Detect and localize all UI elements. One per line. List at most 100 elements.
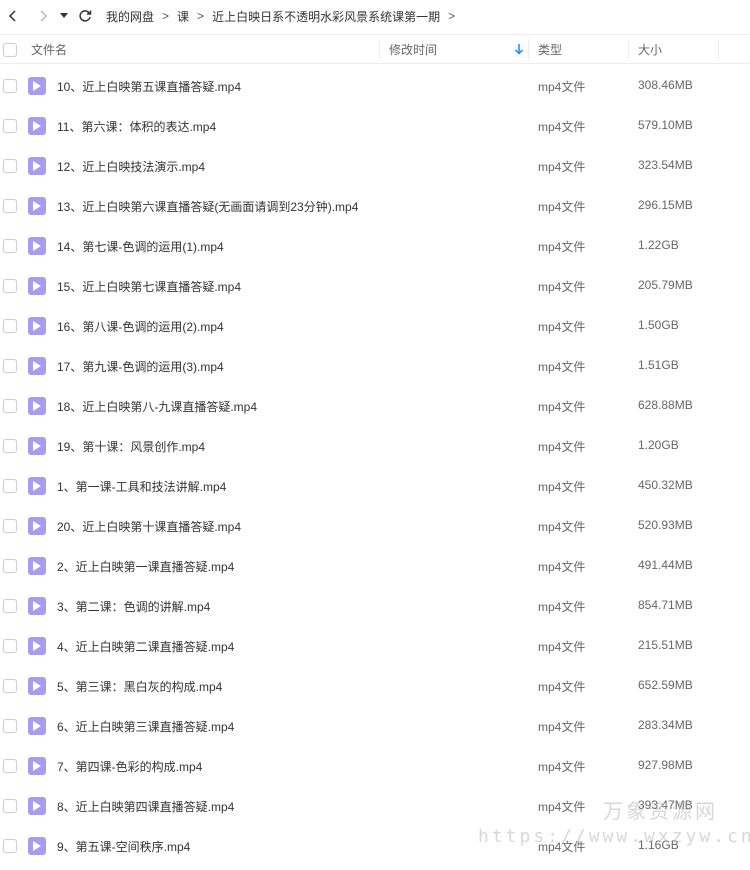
breadcrumb-item[interactable]: 近上白映日系不透明水彩风景系统课第一期 bbox=[212, 8, 440, 25]
file-size: 854.71MB bbox=[638, 598, 693, 612]
row-checkbox[interactable] bbox=[3, 319, 17, 333]
row-checkbox[interactable] bbox=[3, 519, 17, 533]
file-row[interactable]: 11、第六课：体积的表达.mp4 mp4文件 579.10MB bbox=[0, 106, 750, 146]
file-row[interactable]: 15、近上白映第七课直播答疑.mp4 mp4文件 205.79MB bbox=[0, 266, 750, 306]
breadcrumb-item[interactable]: 我的网盘 bbox=[106, 8, 154, 25]
refresh-button[interactable] bbox=[74, 2, 96, 30]
select-all-checkbox[interactable] bbox=[3, 43, 17, 57]
file-name[interactable]: 2、近上白映第一课直播答疑.mp4 bbox=[57, 558, 234, 575]
file-name[interactable]: 6、近上白映第三课直播答疑.mp4 bbox=[57, 718, 234, 735]
file-row[interactable]: 20、近上白映第十课直播答疑.mp4 mp4文件 520.93MB bbox=[0, 506, 750, 546]
file-size: 1.50GB bbox=[638, 318, 679, 332]
file-name[interactable]: 12、近上白映技法演示.mp4 bbox=[57, 158, 205, 175]
file-row[interactable]: 8、近上白映第四课直播答疑.mp4 mp4文件 393.47MB bbox=[0, 786, 750, 826]
file-row[interactable]: 6、近上白映第三课直播答疑.mp4 mp4文件 283.34MB bbox=[0, 706, 750, 746]
file-type: mp4文件 bbox=[538, 840, 586, 854]
breadcrumb-item[interactable]: 课 bbox=[177, 8, 189, 25]
file-row[interactable]: 2、近上白映第一课直播答疑.mp4 mp4文件 491.44MB bbox=[0, 546, 750, 586]
row-checkbox[interactable] bbox=[3, 199, 17, 213]
column-divider[interactable] bbox=[628, 39, 629, 61]
file-row[interactable]: 17、第九课-色调的运用(3).mp4 mp4文件 1.51GB bbox=[0, 346, 750, 386]
file-name[interactable]: 1、第一课-工具和技法讲解.mp4 bbox=[57, 478, 226, 495]
file-name[interactable]: 14、第七课-色调的运用(1).mp4 bbox=[57, 238, 224, 255]
video-file-icon bbox=[28, 437, 46, 455]
file-name[interactable]: 11、第六课：体积的表达.mp4 bbox=[57, 118, 216, 135]
column-header-type[interactable]: 类型 bbox=[538, 41, 562, 58]
file-name[interactable]: 7、第四课-色彩的构成.mp4 bbox=[57, 758, 202, 775]
file-name[interactable]: 4、近上白映第二课直播答疑.mp4 bbox=[57, 638, 234, 655]
file-row[interactable]: 3、第二课：色调的讲解.mp4 mp4文件 854.71MB bbox=[0, 586, 750, 626]
column-divider[interactable] bbox=[379, 39, 380, 61]
row-checkbox[interactable] bbox=[3, 239, 17, 253]
file-size: 308.46MB bbox=[638, 78, 693, 92]
play-icon bbox=[33, 841, 41, 851]
row-checkbox[interactable] bbox=[3, 439, 17, 453]
column-header-name[interactable]: 文件名 bbox=[31, 41, 67, 58]
row-checkbox[interactable] bbox=[3, 359, 17, 373]
play-icon bbox=[33, 81, 41, 91]
video-file-icon bbox=[28, 77, 46, 95]
sort-down-arrow-icon[interactable] bbox=[514, 43, 524, 55]
column-header-modified-time[interactable]: 修改时间 bbox=[389, 41, 437, 58]
video-file-icon bbox=[28, 157, 46, 175]
row-checkbox[interactable] bbox=[3, 839, 17, 853]
video-file-icon bbox=[28, 757, 46, 775]
file-name[interactable]: 20、近上白映第十课直播答疑.mp4 bbox=[57, 518, 241, 535]
forward-button[interactable] bbox=[32, 2, 54, 30]
row-checkbox[interactable] bbox=[3, 599, 17, 613]
file-name[interactable]: 10、近上白映第五课直播答疑.mp4 bbox=[57, 78, 241, 95]
file-row[interactable]: 18、近上白映第八-九课直播答疑.mp4 mp4文件 628.88MB bbox=[0, 386, 750, 426]
file-type: mp4文件 bbox=[538, 280, 586, 294]
file-row[interactable]: 19、第十课：风景创作.mp4 mp4文件 1.20GB bbox=[0, 426, 750, 466]
play-icon bbox=[33, 201, 41, 211]
file-name[interactable]: 5、第三课：黑白灰的构成.mp4 bbox=[57, 678, 222, 695]
column-divider[interactable] bbox=[718, 39, 719, 61]
file-size: 323.54MB bbox=[638, 158, 693, 172]
file-row[interactable]: 5、第三课：黑白灰的构成.mp4 mp4文件 652.59MB bbox=[0, 666, 750, 706]
row-checkbox[interactable] bbox=[3, 279, 17, 293]
video-file-icon bbox=[28, 357, 46, 375]
file-type: mp4文件 bbox=[538, 720, 586, 734]
row-checkbox[interactable] bbox=[3, 399, 17, 413]
file-name[interactable]: 3、第二课：色调的讲解.mp4 bbox=[57, 598, 210, 615]
file-name[interactable]: 13、近上白映第六课直播答疑(无画面请调到23分钟).mp4 bbox=[57, 198, 358, 215]
file-row[interactable]: 12、近上白映技法演示.mp4 mp4文件 323.54MB bbox=[0, 146, 750, 186]
file-list: 10、近上白映第五课直播答疑.mp4 mp4文件 308.46MB 11、第六课：体积… bbox=[0, 66, 750, 866]
file-row[interactable]: 14、第七课-色调的运用(1).mp4 mp4文件 1.22GB bbox=[0, 226, 750, 266]
file-name[interactable]: 9、第五课-空间秩序.mp4 bbox=[57, 838, 190, 855]
file-name[interactable]: 17、第九课-色调的运用(3).mp4 bbox=[57, 358, 224, 375]
file-name[interactable]: 19、第十课：风景创作.mp4 bbox=[57, 438, 205, 455]
file-row[interactable]: 13、近上白映第六课直播答疑(无画面请调到23分钟).mp4 mp4文件 296.1… bbox=[0, 186, 750, 226]
row-checkbox[interactable] bbox=[3, 479, 17, 493]
row-checkbox[interactable] bbox=[3, 719, 17, 733]
file-row[interactable]: 7、第四课-色彩的构成.mp4 mp4文件 927.98MB bbox=[0, 746, 750, 786]
file-row[interactable]: 16、第八课-色调的运用(2).mp4 mp4文件 1.50GB bbox=[0, 306, 750, 346]
row-checkbox[interactable] bbox=[3, 559, 17, 573]
history-dropdown-button[interactable] bbox=[56, 2, 72, 30]
file-type: mp4文件 bbox=[538, 200, 586, 214]
row-checkbox[interactable] bbox=[3, 79, 17, 93]
file-name[interactable]: 18、近上白映第八-九课直播答疑.mp4 bbox=[57, 398, 257, 415]
row-checkbox[interactable] bbox=[3, 119, 17, 133]
refresh-icon bbox=[79, 10, 92, 22]
row-checkbox[interactable] bbox=[3, 759, 17, 773]
video-file-icon bbox=[28, 797, 46, 815]
row-checkbox[interactable] bbox=[3, 159, 17, 173]
file-row[interactable]: 10、近上白映第五课直播答疑.mp4 mp4文件 308.46MB bbox=[0, 66, 750, 106]
file-size: 296.15MB bbox=[638, 198, 693, 212]
back-button[interactable] bbox=[2, 2, 24, 30]
file-row[interactable]: 1、第一课-工具和技法讲解.mp4 mp4文件 450.32MB bbox=[0, 466, 750, 506]
file-name[interactable]: 16、第八课-色调的运用(2).mp4 bbox=[57, 318, 224, 335]
play-icon bbox=[33, 561, 41, 571]
row-checkbox[interactable] bbox=[3, 799, 17, 813]
row-checkbox[interactable] bbox=[3, 639, 17, 653]
row-checkbox[interactable] bbox=[3, 679, 17, 693]
file-row[interactable]: 9、第五课-空间秩序.mp4 mp4文件 1.16GB bbox=[0, 826, 750, 866]
file-name[interactable]: 8、近上白映第四课直播答疑.mp4 bbox=[57, 798, 234, 815]
file-row[interactable]: 4、近上白映第二课直播答疑.mp4 mp4文件 215.51MB bbox=[0, 626, 750, 666]
breadcrumb-separator: > bbox=[197, 9, 205, 23]
column-header-size[interactable]: 大小 bbox=[638, 41, 662, 58]
column-divider[interactable] bbox=[528, 39, 529, 61]
file-name[interactable]: 15、近上白映第七课直播答疑.mp4 bbox=[57, 278, 241, 295]
file-type: mp4文件 bbox=[538, 320, 586, 334]
